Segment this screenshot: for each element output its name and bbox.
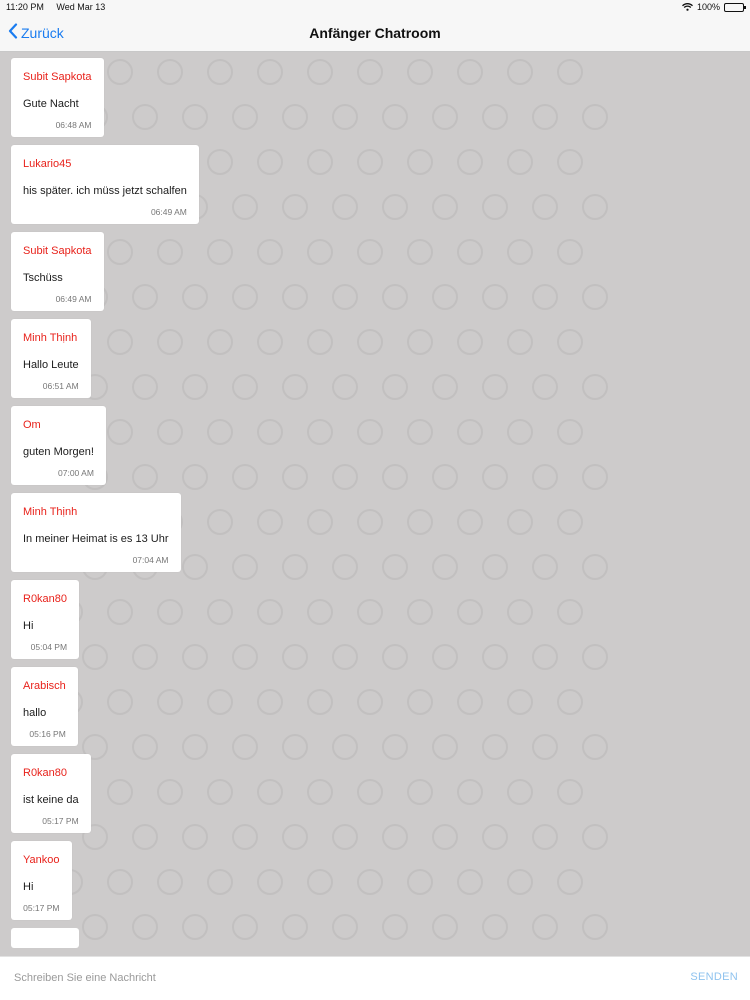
message-composer: SENDEN: [0, 956, 750, 1000]
message-bubble[interactable]: R0kan80 Hi 05:04 PM: [11, 580, 80, 659]
send-button[interactable]: SENDEN: [690, 971, 738, 983]
message-text: Hallo Leute: [23, 359, 79, 371]
message-sender[interactable]: R0kan80: [23, 766, 79, 780]
message-sender[interactable]: Minh Thịnh: [23, 505, 169, 519]
page-title: Anfänger Chatroom: [309, 25, 441, 41]
message-text: his später. ich müss jetzt schalfen: [23, 185, 187, 197]
message-sender[interactable]: Om: [23, 418, 94, 432]
message-timestamp: 05:04 PM: [30, 642, 68, 652]
message-timestamp: 06:49 AM: [150, 207, 187, 217]
battery-percent: 100%: [696, 2, 720, 12]
message-text: Hi: [23, 881, 34, 893]
message-input[interactable]: [14, 967, 614, 989]
message-sender[interactable]: Yankoo: [23, 853, 60, 867]
message-bubble[interactable]: Minh Thịnh Hallo Leute 06:51 AM: [11, 319, 91, 398]
message-timestamp: 05:17 PM: [23, 903, 60, 913]
message-text: In meiner Heimat is es 13 Uhr: [23, 533, 169, 545]
message-text: ist keine da: [23, 794, 79, 806]
message-sender[interactable]: R0kan80: [23, 592, 67, 606]
message-sender[interactable]: Subit Sapkota: [23, 244, 92, 258]
message-sender[interactable]: Minh Thịnh: [23, 331, 79, 345]
wifi-icon: [682, 3, 693, 11]
message-timestamp: 06:51 AM: [42, 381, 79, 391]
message-bubble[interactable]: Minh Thịnh In meiner Heimat is es 13 Uhr 0…: [11, 493, 181, 572]
messages-container: Subit Sapkota Gute Nacht 06:48 AM Lukario45…: [11, 58, 411, 948]
message-bubble[interactable]: Lukario45 his später. ich müss jetzt scha…: [11, 145, 199, 224]
message-bubble[interactable]: Arabisch hallo 05:16 PM: [11, 667, 78, 746]
message-sender[interactable]: Arabisch: [23, 679, 66, 693]
message-text: Tschüss: [23, 272, 63, 284]
message-text: Hi: [23, 620, 34, 632]
message-bubble[interactable]: Yankoo Hi 05:17 PM: [11, 841, 72, 920]
message-bubble[interactable]: Om guten Morgen! 07:00 AM: [11, 406, 106, 485]
message-timestamp: 06:48 AM: [55, 120, 92, 130]
status-right: 100%: [682, 2, 746, 12]
message-bubble-partial[interactable]: [11, 928, 79, 948]
message-timestamp: 06:49 AM: [55, 294, 92, 304]
message-text: Gute Nacht: [23, 98, 79, 110]
battery-icon: [724, 2, 746, 12]
message-timestamp: 05:17 PM: [42, 816, 79, 826]
message-bubble[interactable]: Subit Sapkota Gute Nacht 06:48 AM: [11, 58, 104, 137]
message-sender[interactable]: Subit Sapkota: [23, 70, 92, 84]
message-timestamp: 05:16 PM: [29, 729, 66, 739]
navigation-bar: Zurück Anfänger Chatroom: [0, 14, 750, 52]
message-bubble[interactable]: R0kan80 ist keine da 05:17 PM: [11, 754, 91, 833]
message-text: hallo: [23, 707, 47, 719]
status-left: 11:20 PM Wed Mar 13: [6, 2, 115, 12]
chat-message-list[interactable]: Subit Sapkota Gute Nacht 06:48 AM Lukario45…: [0, 52, 750, 956]
message-timestamp: 07:00 AM: [58, 468, 94, 478]
status-bar: 11:20 PM Wed Mar 13 100%: [0, 0, 750, 14]
status-date: Wed Mar 13: [56, 2, 106, 12]
message-text: guten Morgen!: [23, 446, 94, 458]
message-bubble[interactable]: Subit Sapkota Tschüss 06:49 AM: [11, 232, 104, 311]
status-time: 11:20 PM: [6, 2, 44, 12]
message-timestamp: 07:04 AM: [132, 555, 169, 565]
message-sender[interactable]: Lukario45: [23, 157, 187, 171]
